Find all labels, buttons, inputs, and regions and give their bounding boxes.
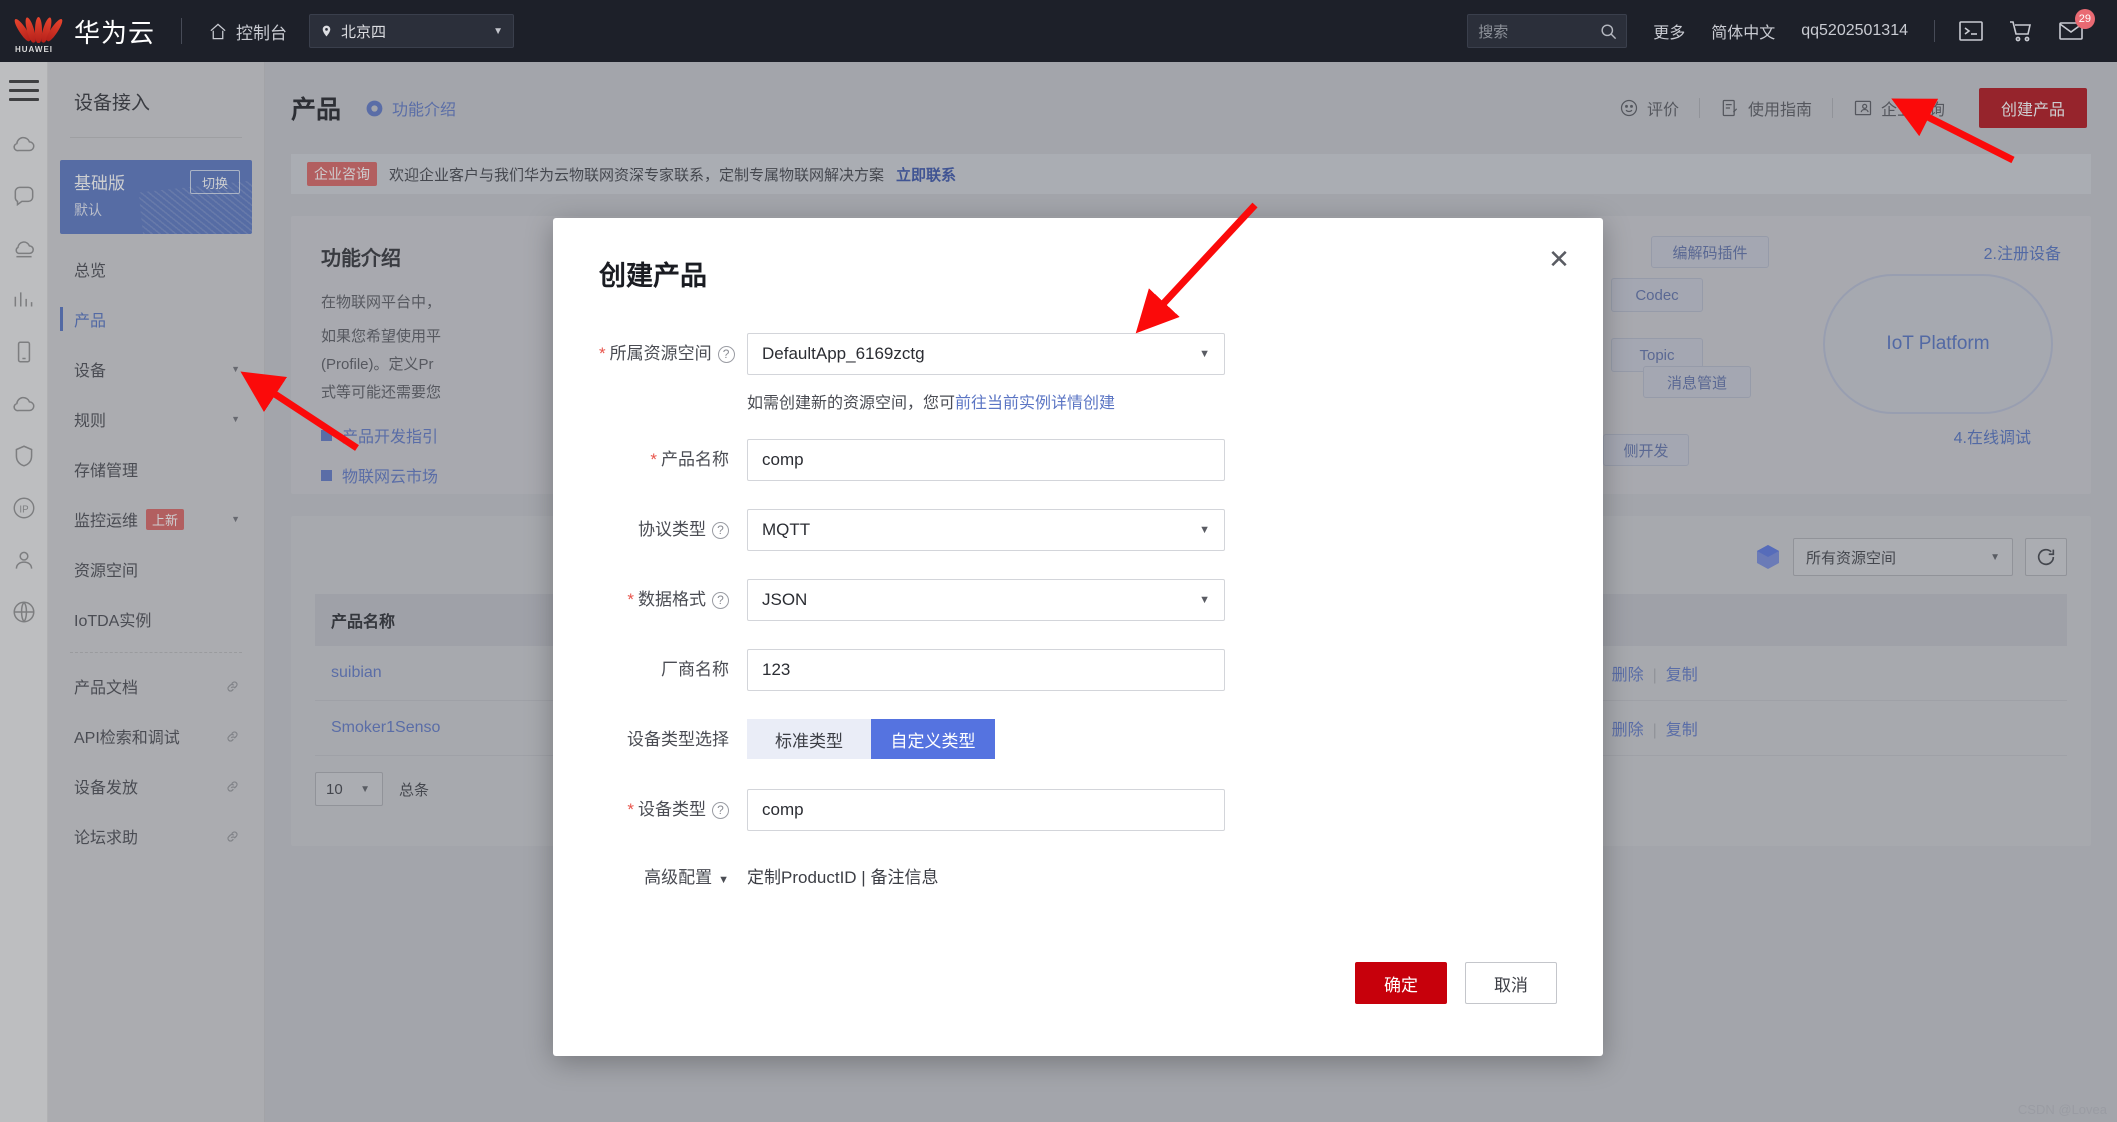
segment-standard-type[interactable]: 标准类型	[747, 719, 871, 759]
help-icon[interactable]: ?	[712, 522, 729, 539]
field-label: * 数据格式?	[599, 579, 747, 621]
field-control: 标准类型 自定义类型	[747, 719, 1557, 759]
advanced-config-value: 定制ProductID | 备注信息	[747, 868, 939, 887]
field-label: * 产品名称	[599, 439, 747, 481]
field-control: comp	[747, 789, 1557, 831]
field-label-text: 数据格式	[638, 590, 706, 609]
dialog-footer: 确定 取消	[1355, 962, 1557, 1004]
search-input[interactable]: 搜索	[1467, 14, 1628, 48]
vendor-name-input[interactable]: 123	[747, 649, 1225, 691]
search-icon	[1601, 23, 1617, 39]
close-icon[interactable]: ✕	[1545, 246, 1573, 274]
dialog-title: 创建产品	[599, 261, 707, 291]
search-placeholder: 搜索	[1478, 23, 1509, 41]
field-label-text: 设备类型选择	[627, 730, 729, 749]
field-control: MQTT ▼	[747, 509, 1557, 551]
location-pin-icon	[322, 25, 331, 37]
field-label: 协议类型?	[599, 509, 747, 551]
field-label-text: 所属资源空间	[609, 344, 712, 363]
product-name-input[interactable]: comp	[747, 439, 1225, 481]
more-menu[interactable]: 更多	[1653, 19, 1685, 43]
required-asterisk: *	[650, 450, 657, 469]
field-label: * 设备类型?	[599, 789, 747, 831]
create-product-dialog: 创建产品 ✕ * 所属资源空间? DefaultApp_6169zctg ▼ 如需…	[553, 218, 1603, 1056]
top-nav-right-group: 搜索 更多 简体中文 qq5202501314 29	[1467, 9, 2117, 48]
advanced-config-row: 高级配置 ▼ 定制ProductID | 备注信息	[599, 863, 1557, 888]
account-name[interactable]: qq5202501314	[1801, 22, 1908, 40]
field-label-text: 设备类型	[638, 800, 706, 819]
home-icon	[210, 23, 226, 39]
confirm-button[interactable]: 确定	[1355, 962, 1447, 1004]
chevron-down-icon: ▼	[1199, 524, 1210, 536]
field-control: comp	[747, 439, 1557, 481]
logo-wordmark: HUAWEI	[15, 45, 53, 54]
field-protocol-type: 协议类型? MQTT ▼	[599, 509, 1557, 551]
advanced-config-toggle[interactable]: 高级配置 ▼	[599, 863, 747, 888]
device-type-input[interactable]: comp	[747, 789, 1225, 831]
field-device-type-choice: 设备类型选择 标准类型 自定义类型	[599, 719, 1557, 761]
field-control: 123	[747, 649, 1557, 691]
field-control: DefaultApp_6169zctg ▼ 如需创建新的资源空间，您可前往当前实…	[747, 333, 1557, 413]
region-label: 北京四	[341, 23, 387, 41]
message-icon[interactable]: 29	[2057, 9, 2095, 45]
chevron-down-icon: ▼	[718, 874, 729, 886]
field-label-text: 产品名称	[661, 450, 729, 469]
device-type-value: comp	[762, 800, 804, 819]
data-format-value: JSON	[762, 590, 808, 609]
device-type-segmented-control: 标准类型 自定义类型	[747, 719, 1557, 759]
field-label: * 所属资源空间?	[599, 333, 747, 375]
field-product-name: * 产品名称 comp	[599, 439, 1557, 481]
help-icon[interactable]: ?	[717, 346, 735, 363]
required-asterisk: *	[627, 590, 634, 609]
field-resource-space: * 所属资源空间? DefaultApp_6169zctg ▼ 如需创建新的资源空…	[599, 333, 1557, 413]
resource-space-hint: 如需创建新的资源空间，您可前往当前实例详情创建	[747, 389, 1557, 413]
required-asterisk: *	[627, 800, 634, 819]
app-root: HUAWEI 华为云 控制台 北京四 ▼ 搜索 更多 简体中文 qq520250…	[0, 0, 2117, 1122]
nav-divider-2	[1934, 20, 1935, 42]
resource-space-select[interactable]: DefaultApp_6169zctg ▼	[747, 333, 1225, 375]
nav-divider	[181, 18, 183, 44]
watermark: CSDN @Lovea	[2017, 1102, 2107, 1117]
field-label: 厂商名称	[599, 649, 747, 691]
region-selector[interactable]: 北京四 ▼	[309, 14, 515, 48]
field-label-text: 厂商名称	[661, 660, 729, 679]
resource-space-value: DefaultApp_6169zctg	[762, 344, 925, 363]
huawei-flower-icon: HUAWEI	[12, 8, 65, 54]
vendor-name-value: 123	[762, 660, 791, 679]
brand-name: 华为云	[74, 17, 156, 48]
required-asterisk: *	[599, 344, 606, 363]
terminal-icon[interactable]	[1957, 17, 1985, 45]
chevron-down-icon: ▼	[493, 25, 504, 37]
field-label-text: 协议类型	[638, 520, 706, 539]
cart-icon[interactable]	[2007, 17, 2035, 45]
field-vendor-name: 厂商名称 123	[599, 649, 1557, 691]
help-icon[interactable]: ?	[712, 802, 729, 819]
advanced-config-label: 高级配置	[644, 868, 713, 887]
chevron-down-icon: ▼	[1199, 594, 1210, 606]
top-navigation-bar: HUAWEI 华为云 控制台 北京四 ▼ 搜索 更多 简体中文 qq520250…	[0, 0, 2117, 62]
language-switcher[interactable]: 简体中文	[1711, 19, 1775, 43]
field-data-format: * 数据格式? JSON ▼	[599, 579, 1557, 621]
product-name-value: comp	[762, 450, 804, 469]
segment-custom-type[interactable]: 自定义类型	[871, 719, 995, 759]
protocol-type-select[interactable]: MQTT ▼	[747, 509, 1225, 551]
huawei-logo[interactable]: HUAWEI	[0, 8, 72, 54]
field-control: JSON ▼	[747, 579, 1557, 621]
data-format-select[interactable]: JSON ▼	[747, 579, 1225, 621]
console-label: 控制台	[236, 23, 288, 43]
message-badge: 29	[2074, 9, 2095, 29]
protocol-type-value: MQTT	[762, 520, 811, 539]
chevron-down-icon: ▼	[1199, 348, 1210, 360]
field-device-type: * 设备类型? comp	[599, 789, 1557, 831]
cancel-button[interactable]: 取消	[1465, 962, 1557, 1004]
create-resource-space-link[interactable]: 前往当前实例详情创建	[955, 395, 1115, 412]
console-link[interactable]: 控制台	[208, 19, 287, 44]
field-label: 设备类型选择	[599, 719, 747, 761]
hint-text: 如需创建新的资源空间，您可	[747, 395, 956, 412]
help-icon[interactable]: ?	[712, 592, 729, 609]
